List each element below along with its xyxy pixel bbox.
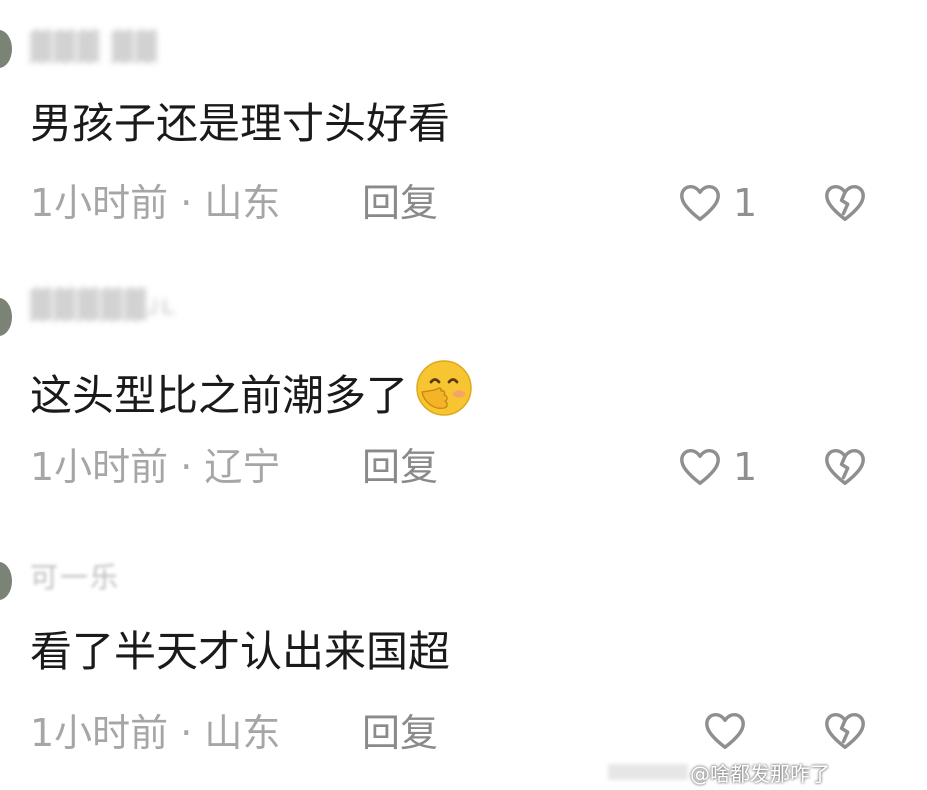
heart-outline-icon[interactable] xyxy=(677,444,723,490)
comment-meta: 1小时前 · 辽宁 xyxy=(30,445,281,489)
comment-meta: 1小时前 · 山东 xyxy=(30,711,281,755)
comment-text: 男孩子还是理寸头好看 xyxy=(30,99,451,148)
avatar[interactable] xyxy=(0,298,12,336)
comment-text: 看了半天才认出来国超 xyxy=(30,627,451,676)
username[interactable]: ▓▓▓ ▓▓ xyxy=(30,30,159,64)
like-count: 1 xyxy=(733,181,758,225)
like-count: 1 xyxy=(733,445,758,489)
watermark-redaction xyxy=(608,764,688,780)
broken-heart-icon[interactable] xyxy=(822,180,868,226)
username[interactable]: ▓▓▓▓▓ᴊʟ xyxy=(30,288,177,322)
heart-outline-icon[interactable] xyxy=(702,708,748,754)
comment-text-body: 这头型比之前潮多了 xyxy=(30,371,409,420)
reply-button[interactable]: 回复 xyxy=(362,710,438,756)
broken-heart-icon[interactable] xyxy=(822,444,868,490)
comment-text: 这头型比之前潮多了 xyxy=(30,358,474,430)
username[interactable]: 可一乐 xyxy=(30,556,120,594)
avatar[interactable] xyxy=(0,30,12,68)
heart-outline-icon[interactable] xyxy=(677,180,723,226)
face-with-hand-over-mouth-emoji xyxy=(414,358,474,430)
broken-heart-icon[interactable] xyxy=(822,708,868,754)
reply-button[interactable]: 回复 xyxy=(362,444,438,490)
comment-meta: 1小时前 · 山东 xyxy=(30,181,281,225)
reply-button[interactable]: 回复 xyxy=(362,180,438,226)
avatar[interactable] xyxy=(0,562,12,600)
watermark: @啥都发那咋了 xyxy=(690,762,830,786)
